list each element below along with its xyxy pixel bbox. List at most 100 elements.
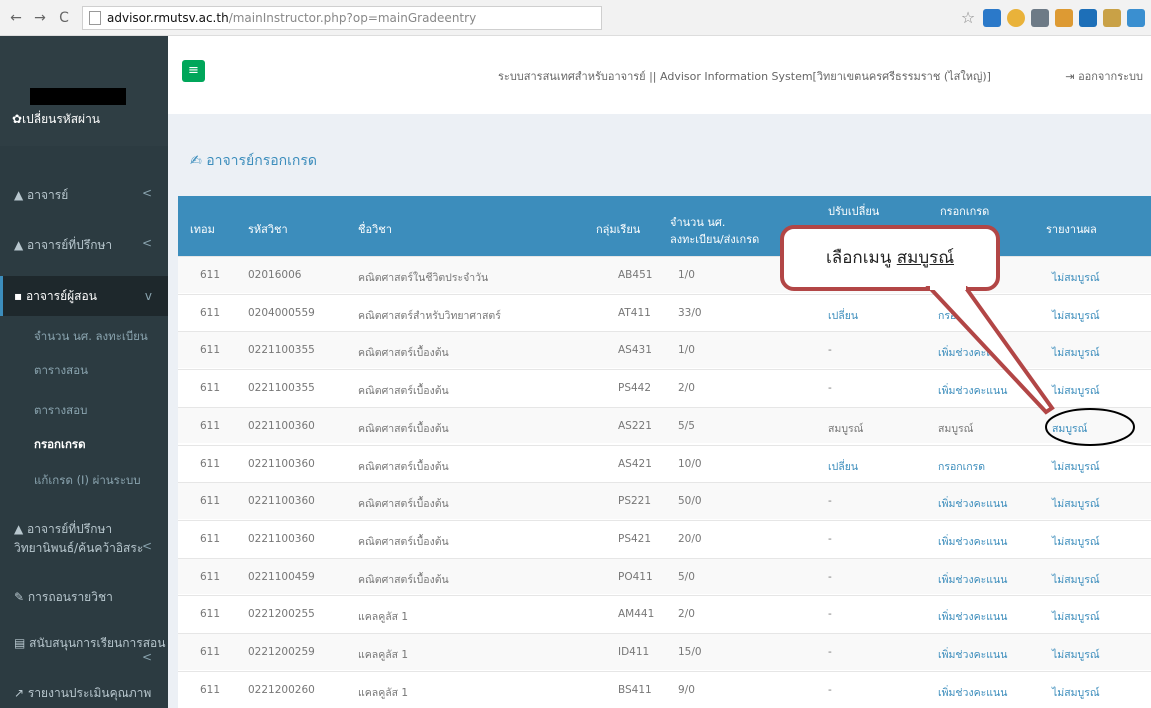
cell-report-link[interactable]: สมบูรณ์	[1052, 420, 1087, 437]
cell-change-link: -	[828, 344, 832, 357]
extension-icon[interactable]	[1007, 8, 1025, 27]
cell-report-link[interactable]: ไม่สมบูรณ์	[1052, 458, 1100, 475]
extension-icon[interactable]	[1103, 8, 1121, 27]
cell-report-link[interactable]: ไม่สมบูรณ์	[1052, 344, 1100, 361]
submenu-exam-schedule[interactable]: ตารางสอบ	[0, 402, 168, 420]
cell-grade-entry-link[interactable]: เพิ่มช่วงคะแนน	[938, 646, 1007, 663]
cell-section: ID411	[618, 646, 650, 658]
sidebar-item-thesis-advisor[interactable]: ▲ อาจารย์ที่ปรึกษา วิทยานิพนธ์/ค้นคว้าอิส…	[0, 520, 168, 558]
sidebar-item-instructor[interactable]: ▪ อาจารย์ผู้สอน v	[0, 276, 168, 316]
cell-course-code: 0221100360	[248, 532, 315, 545]
sidebar-item-withdraw[interactable]: ✎ การถอนรายวิชา	[0, 588, 168, 607]
sidebar-item-label: วิทยานิพนธ์/ค้นคว้าอิสระ	[14, 541, 144, 555]
cell-term: 611	[200, 532, 221, 545]
menu-toggle-button[interactable]: ≡	[182, 60, 205, 82]
cell-report-link[interactable]: ไม่สมบูรณ์	[1052, 495, 1100, 512]
cell-report-link[interactable]: ไม่สมบูรณ์	[1052, 684, 1100, 701]
cell-grade-entry-link[interactable]: เพิ่มช่วงคะแนน	[938, 571, 1007, 588]
submenu-fix-grade-i[interactable]: แก้เกรด (I) ผ่านระบบ	[0, 472, 168, 490]
reload-icon[interactable]: C	[56, 10, 72, 26]
cell-grade-entry-link[interactable]: เพิ่มช่วงคะแนน	[938, 533, 1007, 550]
cell-term: 611	[200, 306, 221, 319]
cell-report-link[interactable]: ไม่สมบูรณ์	[1052, 608, 1100, 625]
cell-term: 611	[200, 570, 221, 583]
extension-icon[interactable]	[1127, 8, 1145, 27]
sidebar-item-teacher[interactable]: ▲ อาจารย์ <	[0, 186, 168, 205]
cell-grade-entry-link: สมบูรณ์	[938, 422, 974, 435]
cell-section: AM441	[618, 608, 655, 621]
cell-report-link[interactable]: ไม่สมบูรณ์	[1052, 533, 1100, 550]
table-row: 611 0221200260 แคลคูลัส 1 BS411 9/0 - เพิ่มช่ว…	[178, 670, 1151, 708]
logout-label: ออกจากระบบ	[1078, 70, 1143, 83]
sidebar-item-support[interactable]: ▤ สนับสนุนการเรียนการสอน <	[0, 634, 168, 664]
forward-icon[interactable]: →	[32, 10, 48, 26]
cell-report-link[interactable]: ไม่สมบูรณ์	[1052, 646, 1100, 663]
extension-icon[interactable]	[1055, 8, 1073, 27]
table-header: เทอม รหัสวิชา ชื่อวิชา กลุ่มเรียน จำนวน …	[178, 196, 1151, 256]
cell-section: AT411	[618, 306, 651, 319]
cell-grade-entry-link[interactable]: เพิ่มช่วงคะแนน	[938, 608, 1007, 625]
grade-table: เทอม รหัสวิชา ชื่อวิชา กลุ่มเรียน จำนวน …	[178, 196, 1151, 708]
bookmark-star-icon[interactable]: ☆	[959, 8, 977, 27]
table-row: 611 0204000559 คณิตศาสตร์สำหรับวิทยาศาสตร์…	[178, 293, 1151, 331]
content-area: ✍ อาจารย์กรอกเกรด เทอม รหัสวิชา ชื่อวิชา…	[168, 114, 1151, 708]
extension-icon[interactable]	[1079, 8, 1097, 27]
cell-term: 611	[200, 344, 221, 357]
cell-report-link[interactable]: ไม่สมบูรณ์	[1052, 571, 1100, 588]
submenu-grade-entry[interactable]: กรอกเกรด	[0, 436, 168, 454]
cell-grade-entry-link[interactable]: เพิ่มช่วงคะแนน	[938, 382, 1007, 399]
cell-course-name: แคลคูลัส 1	[358, 611, 409, 624]
back-icon[interactable]: ←	[8, 10, 24, 26]
cell-grade-entry-link[interactable]: เพิ่มช่วงคะแนน	[938, 344, 1007, 361]
cell-report-link[interactable]: ไม่สมบูรณ์	[1052, 382, 1100, 399]
logout-link[interactable]: ⇥ ออกจากระบบ	[1065, 67, 1143, 85]
cell-section: BS411	[618, 683, 652, 696]
cell-change-link: -	[828, 683, 832, 696]
col-course-code: รหัสวิชา	[248, 223, 288, 236]
change-password-link[interactable]: ✿เปลี่ยนรหัสผ่าน	[12, 110, 100, 129]
table-row: 611 0221100355 คณิตศาสตร์เบื้องต้น AS431 1/0…	[178, 331, 1151, 369]
sidebar-item-label: อาจารย์	[27, 188, 69, 202]
submenu-enrollment[interactable]: จำนวน นศ. ลงทะเบียน	[0, 328, 168, 346]
cell-grade-entry-link[interactable]: กรอกเกรด	[938, 307, 985, 324]
cell-report-link[interactable]: ไม่สมบูรณ์	[1052, 307, 1100, 324]
cell-section: AS431	[618, 344, 652, 357]
cell-students: 50/0	[678, 495, 702, 508]
callout-highlight: สมบูรณ์	[896, 248, 955, 268]
sidebar-item-label: อาจารย์ที่ปรึกษา	[27, 238, 113, 252]
url-host: advisor.rmutsv.ac.th	[107, 10, 229, 25]
cell-course-name: คณิตศาสตร์เบื้องต้น	[358, 347, 449, 360]
cell-course-name: คณิตศาสตร์เบื้องต้น	[358, 535, 449, 548]
cell-section: PO411	[618, 570, 653, 583]
cell-students: 2/0	[678, 382, 695, 395]
cell-grade-entry-link[interactable]: เพิ่มช่วงคะแนน	[938, 495, 1007, 512]
cell-section: AB451	[618, 269, 653, 281]
cell-course-name: คณิตศาสตร์เบื้องต้น	[358, 422, 449, 435]
cell-grade-entry-link[interactable]: กรอกเกรด	[938, 458, 985, 475]
cell-change-link[interactable]: เปลี่ยน	[828, 458, 858, 475]
page-title-text: อาจารย์กรอกเกรด	[206, 153, 317, 169]
extension-icon[interactable]	[1031, 8, 1049, 27]
cell-students: 10/0	[678, 457, 702, 470]
cell-course-name: แคลคูลัส 1	[358, 686, 409, 699]
chevron-down-icon: v	[144, 289, 152, 303]
submenu-teaching-schedule[interactable]: ตารางสอน	[0, 362, 168, 380]
cell-grade-entry-link[interactable]: เพิ่มช่วงคะแนน	[938, 684, 1007, 701]
cell-students: 20/0	[678, 532, 702, 545]
sidebar-item-quality-report[interactable]: ↗ รายงานประเมินคุณภาพ	[0, 684, 168, 703]
browser-bar: ← → C advisor.rmutsv.ac.th /mainInstruct…	[0, 0, 1151, 36]
table-row: 611 0221200255 แคลคูลัส 1 AM441 2/0 - เพิ่มช่ว…	[178, 595, 1151, 632]
sidebar-item-label: อาจารย์ที่ปรึกษา	[27, 522, 113, 536]
cell-report-link[interactable]: ไม่สมบูรณ์	[1052, 269, 1100, 286]
cell-course-name: คณิตศาสตร์สำหรับวิทยาศาสตร์	[358, 309, 501, 322]
sidebar-item-advisor[interactable]: ▲ อาจารย์ที่ปรึกษา <	[0, 236, 168, 255]
extension-icon[interactable]	[983, 8, 1001, 27]
cell-section: AS221	[618, 419, 652, 432]
cell-term: 611	[200, 269, 221, 281]
user-panel: ✿เปลี่ยนรหัสผ่าน	[0, 36, 168, 146]
table-row: 611 0221100355 คณิตศาสตร์เบื้องต้น PS442 2/0…	[178, 369, 1151, 406]
address-bar[interactable]: advisor.rmutsv.ac.th /mainInstructor.php…	[82, 5, 602, 30]
table-row: 611 0221200259 แคลคูลัส 1 ID411 15/0 - เพิ่มช่…	[178, 633, 1151, 670]
cell-change-link[interactable]: เปลี่ยน	[828, 307, 858, 324]
cell-students: 9/0	[678, 683, 695, 696]
